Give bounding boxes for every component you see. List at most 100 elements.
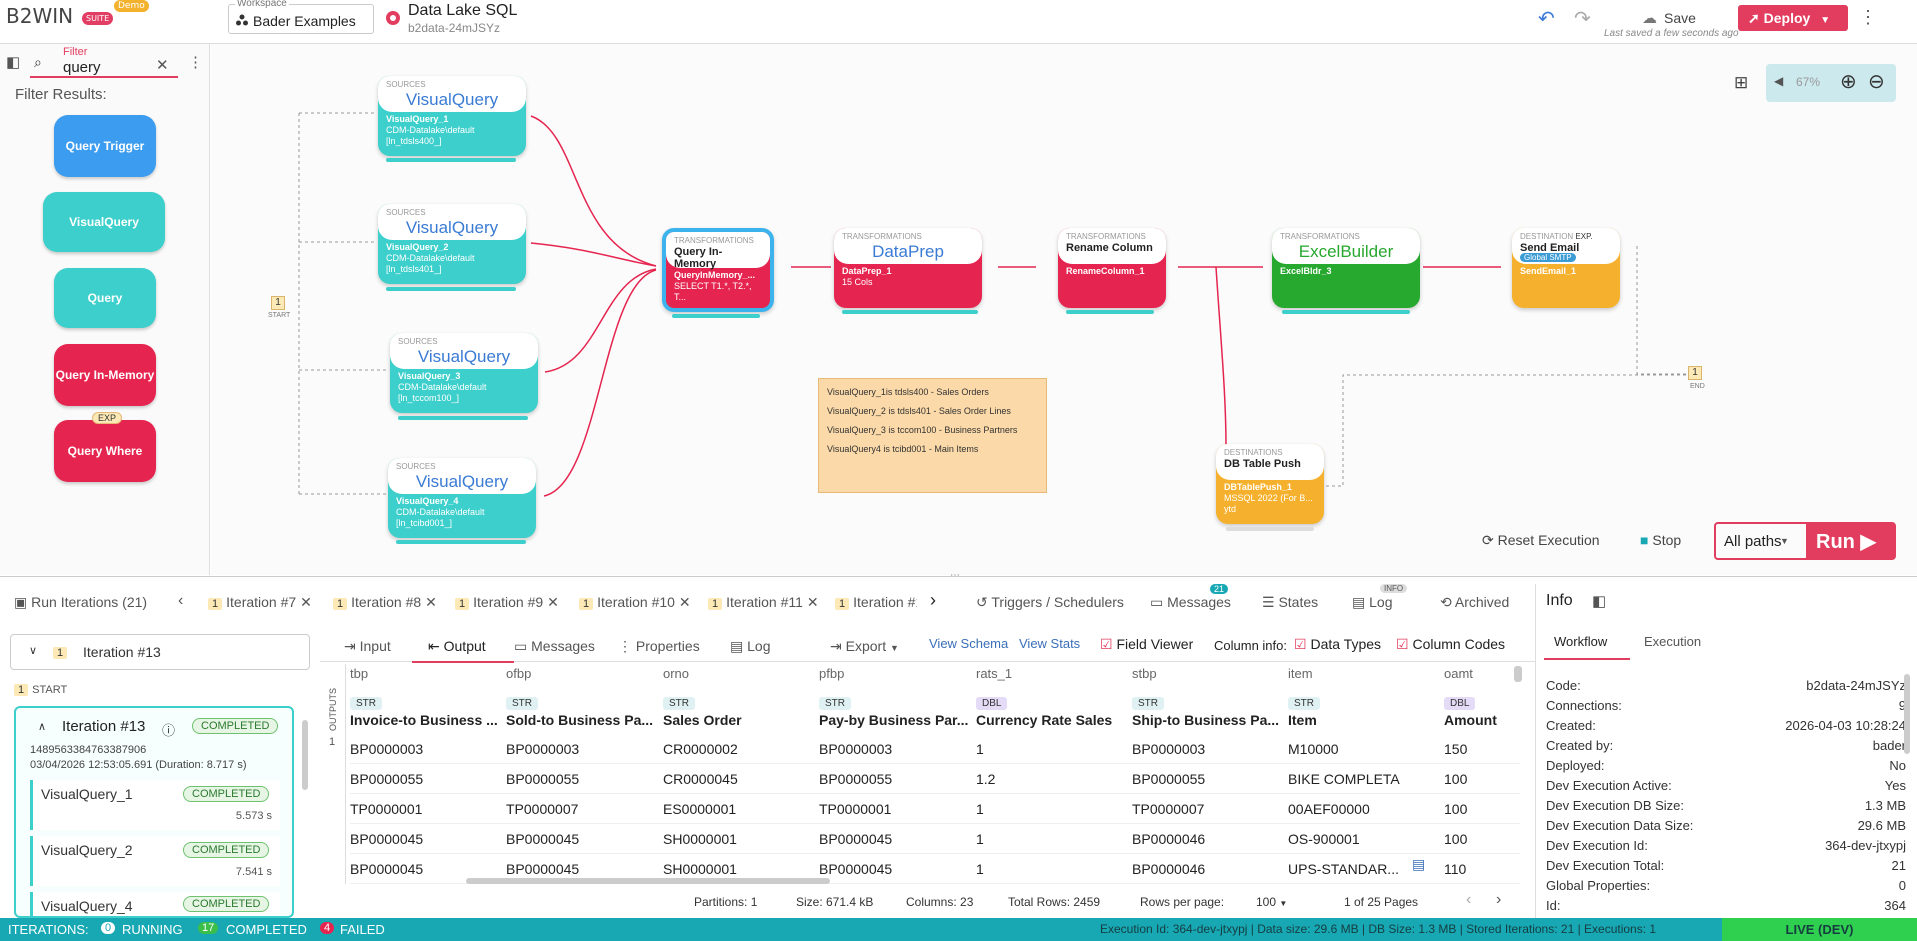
app-logo[interactable]: B2WIN SUITE Demo bbox=[6, 0, 149, 28]
subtab-log[interactable]: ▤ Log bbox=[730, 638, 770, 655]
vertical-scrollbar[interactable] bbox=[1514, 666, 1522, 682]
view-stats-link[interactable]: View Stats bbox=[1019, 636, 1080, 651]
canvas-note[interactable]: VisualQuery_1is tdsls400 - Sales Orders … bbox=[818, 378, 1047, 493]
palette-query-in-memory[interactable]: Query In-Memory bbox=[54, 344, 156, 406]
step-item[interactable]: VisualQuery_2 COMPLETED 7.541 s bbox=[30, 836, 280, 886]
tab-log[interactable]: ▤ Log bbox=[1352, 594, 1392, 611]
table-row[interactable]: TP0000001 TP0000007 ES0000001 TP0000001 1 TP0… bbox=[350, 794, 1520, 824]
palette-query-where[interactable]: Query Where bbox=[54, 420, 156, 482]
table-cell: BP0000055 bbox=[819, 771, 893, 787]
total-rows: Total Rows: 2459 bbox=[1008, 895, 1101, 909]
next-page-icon[interactable]: › bbox=[1496, 891, 1501, 909]
column-type: DBL bbox=[976, 694, 1126, 710]
end-marker[interactable]: 1 bbox=[1688, 366, 1702, 380]
tab-execution[interactable]: Execution bbox=[1644, 634, 1701, 649]
row-detail-icon[interactable]: ▤ bbox=[1412, 856, 1425, 873]
add-note-icon[interactable]: ⊞ bbox=[1734, 73, 1748, 93]
info-row: Code: b2data-24mJSYz bbox=[1546, 678, 1906, 693]
tab-iteration-11[interactable]: 1 Iteration #11 ✕ bbox=[708, 594, 819, 611]
subtab-input[interactable]: ⇥ Input bbox=[344, 638, 391, 655]
node-send-email[interactable]: DESTINATION EXP. Send Email SendEmail_1 bbox=[1512, 228, 1620, 308]
stop-button[interactable]: ■ Stop bbox=[1640, 532, 1681, 548]
node-excel-builder[interactable]: TRANSFORMATIONS ExcelBuilder ExcelBldr_3 bbox=[1272, 228, 1420, 308]
rows-per-page-select[interactable]: 100 ▼ bbox=[1256, 895, 1287, 909]
tab-states[interactable]: ☰ States bbox=[1262, 594, 1318, 611]
panel-toggle-icon[interactable]: ◧ bbox=[6, 53, 20, 71]
smtp-badge: Global SMTP bbox=[1520, 253, 1576, 262]
field-viewer-checkbox[interactable]: ☑ Field Viewer bbox=[1100, 636, 1193, 653]
table-row[interactable]: BP0000055 BP0000055 CR0000045 BP0000055 1.2 B… bbox=[350, 764, 1520, 794]
cloud-icon: ☁ bbox=[1642, 10, 1657, 27]
node-visualquery-1[interactable]: SOURCES VisualQuery VisualQuery_1 CDM-Data… bbox=[378, 76, 526, 156]
close-icon: ✕ bbox=[678, 594, 691, 610]
list-icon: ☰ bbox=[1262, 594, 1275, 610]
close-icon: ✕ bbox=[806, 594, 819, 610]
run-iterations-tab[interactable]: ▣ Run Iterations (21) bbox=[14, 594, 147, 611]
tab-iteration-7[interactable]: 1 Iteration #7 ✕ bbox=[208, 594, 312, 611]
node-visualquery-3[interactable]: SOURCES VisualQuery VisualQuery_3 CDM-Data… bbox=[390, 333, 538, 413]
zoom-out-icon[interactable]: ⊖ bbox=[1868, 69, 1885, 94]
table-row[interactable]: BP0000003 BP0000003 CR0000002 BP0000003 1 BP0… bbox=[350, 734, 1520, 764]
table-row[interactable]: BP0000045 BP0000045 SH0000001 BP0000045 1 BP0… bbox=[350, 824, 1520, 854]
iteration-selector[interactable]: ∨ 1 Iteration #13 bbox=[10, 634, 310, 670]
tab-workflow[interactable]: Workflow bbox=[1554, 634, 1607, 649]
tab-iteration-10[interactable]: 1 Iteration #10 ✕ bbox=[579, 594, 691, 611]
step-item[interactable]: VisualQuery_4 COMPLETED bbox=[30, 892, 280, 916]
undo-icon[interactable]: ↶ bbox=[1538, 6, 1555, 31]
next-tab-icon[interactable]: › bbox=[930, 590, 936, 611]
info-key: Id: bbox=[1546, 898, 1561, 913]
node-dataprep[interactable]: TRANSFORMATIONS DataPrep DataPrep_1 15 Col… bbox=[834, 228, 982, 308]
subtab-messages[interactable]: ▭ Messages bbox=[514, 638, 595, 655]
node-query-in-memory[interactable]: TRANSFORMATIONS Query In-Memory QueryInMe… bbox=[662, 228, 774, 312]
filter-input[interactable]: ⌕ Filter query ✕ bbox=[30, 46, 178, 78]
palette-query-trigger[interactable]: Query Trigger bbox=[54, 115, 156, 177]
tab-iteration-8[interactable]: 1 Iteration #8 ✕ bbox=[333, 594, 437, 611]
collapse-zoom-icon[interactable]: ◀ bbox=[1774, 74, 1783, 88]
run-button[interactable]: Run ▶ bbox=[1806, 524, 1894, 558]
filter-menu-icon[interactable]: ⋮ bbox=[188, 53, 203, 71]
clear-filter-icon[interactable]: ✕ bbox=[156, 56, 169, 74]
prev-tab-icon[interactable]: ‹ bbox=[178, 592, 183, 610]
type-badge: STR bbox=[350, 697, 382, 710]
palette-visualquery[interactable]: VisualQuery bbox=[43, 192, 165, 252]
tab-iteration-12[interactable]: 1 Iteration #1 bbox=[835, 594, 917, 610]
data-types-checkbox[interactable]: ☑ Data Types bbox=[1294, 636, 1381, 653]
collapse-icon: ∧ bbox=[38, 721, 47, 733]
scrollbar[interactable] bbox=[1904, 674, 1910, 754]
step-item[interactable]: VisualQuery_1 COMPLETED 5.573 s bbox=[30, 780, 280, 830]
progress-bar bbox=[672, 314, 760, 318]
palette-query[interactable]: Query bbox=[54, 268, 156, 328]
column-codes-checkbox[interactable]: ☑ Column Codes bbox=[1396, 636, 1505, 653]
active-tab-indicator bbox=[1544, 658, 1630, 660]
save-button[interactable]: Save bbox=[1664, 10, 1696, 26]
settings-gear-icon[interactable] bbox=[384, 9, 402, 27]
chevron-down-icon: ▼ bbox=[889, 643, 899, 653]
node-db-table-push[interactable]: DESTINATIONS DB Table Push DBTablePush_1 M… bbox=[1216, 444, 1324, 524]
subtab-properties[interactable]: ⋮ Properties bbox=[618, 638, 700, 655]
horizontal-scrollbar[interactable] bbox=[466, 878, 830, 884]
tab-messages[interactable]: ▭ Messages bbox=[1150, 594, 1231, 611]
panel-toggle-icon[interactable]: ◧ bbox=[1592, 592, 1606, 610]
node-rename-column[interactable]: TRANSFORMATIONS Rename Column RenameColum… bbox=[1058, 228, 1166, 308]
node-visualquery-2[interactable]: SOURCES VisualQuery VisualQuery_2 CDM-Data… bbox=[378, 204, 526, 284]
subtab-output[interactable]: ⇤ Output bbox=[428, 638, 486, 655]
tab-triggers[interactable]: ↺ Triggers / Schedulers bbox=[976, 594, 1124, 611]
zoom-in-icon[interactable]: ⊕ bbox=[1840, 69, 1857, 94]
view-schema-link[interactable]: View Schema bbox=[929, 636, 1008, 651]
workspace-select[interactable]: Workspace Bader Examples bbox=[228, 0, 374, 34]
start-marker[interactable]: 1 bbox=[271, 296, 285, 310]
iteration-card[interactable]: ∧ Iteration #13 ⓘ COMPLETED 148956338476… bbox=[14, 706, 294, 918]
scrollbar[interactable] bbox=[302, 720, 308, 790]
column-type: STR bbox=[1132, 694, 1282, 710]
resize-handle[interactable]: ⋯ bbox=[950, 570, 960, 581]
redo-icon[interactable]: ↷ bbox=[1574, 6, 1591, 31]
deploy-button[interactable]: ➚ Deploy ▼ bbox=[1738, 5, 1848, 31]
more-menu-icon[interactable]: ⋮ bbox=[1859, 7, 1877, 28]
tab-archived[interactable]: ⟲ Archived bbox=[1440, 594, 1509, 611]
export-button[interactable]: ⇥ Export ▼ bbox=[830, 638, 899, 655]
tab-iteration-9[interactable]: 1 Iteration #9 ✕ bbox=[455, 594, 559, 611]
reset-execution-button[interactable]: ⟳ Reset Execution bbox=[1482, 532, 1600, 549]
prev-page-icon[interactable]: ‹ bbox=[1466, 891, 1471, 909]
paths-select[interactable]: All paths bbox=[1724, 533, 1782, 550]
node-visualquery-4[interactable]: SOURCES VisualQuery VisualQuery_4 CDM-Data… bbox=[388, 458, 536, 538]
